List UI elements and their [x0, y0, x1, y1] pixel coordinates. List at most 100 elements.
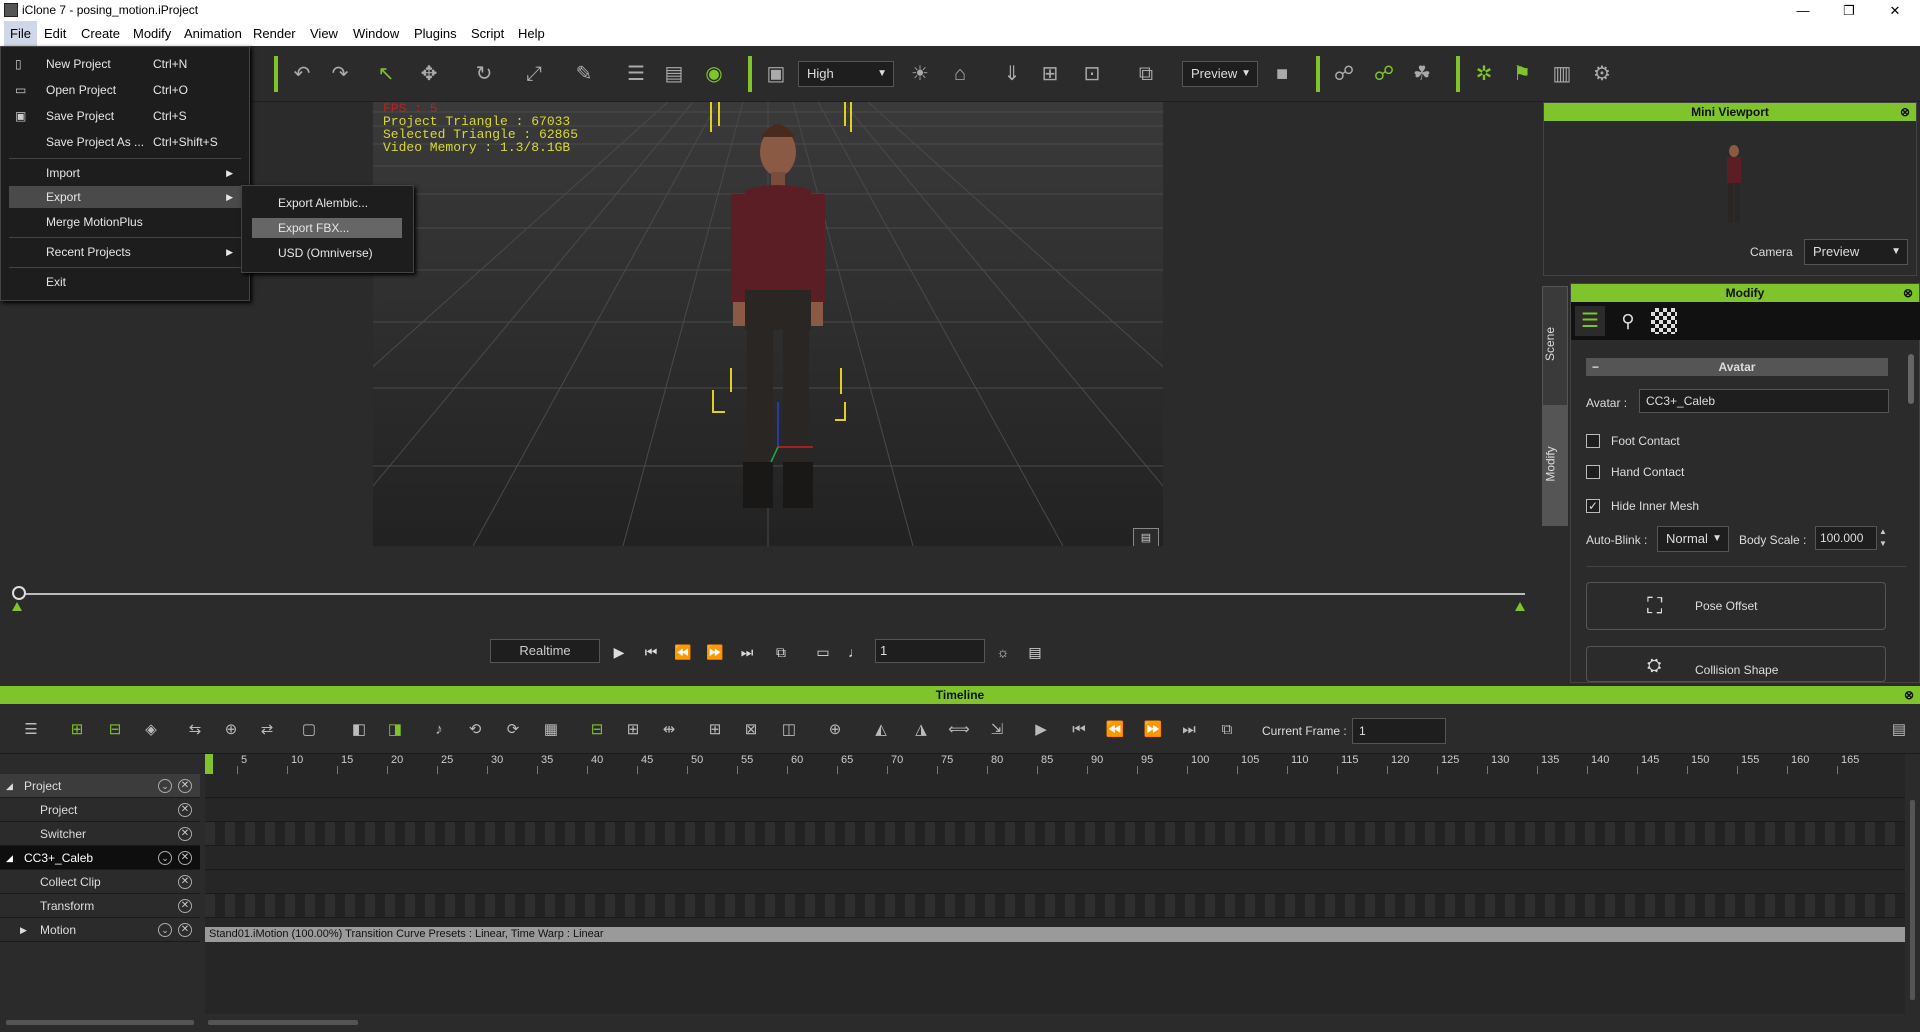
timeline-settings-icon[interactable]: ▤	[1886, 718, 1912, 742]
quality-dropdown[interactable]: High ▼	[798, 61, 894, 87]
track-close-icon[interactable]: ✕	[178, 827, 192, 841]
flag-icon[interactable]: ⚑	[1508, 60, 1536, 88]
menu-item-import[interactable]: Import ▶	[9, 162, 241, 184]
track-options-icon[interactable]: ⌄	[158, 779, 172, 793]
swap-icon[interactable]: ⇆	[182, 718, 208, 742]
light-icon[interactable]: ☀	[906, 60, 934, 88]
timeline-forward-icon[interactable]: ⏩	[1140, 718, 1166, 742]
clip-icon[interactable]: ▢	[296, 718, 322, 742]
menu-window[interactable]: Window	[347, 21, 405, 46]
realtime-dropdown[interactable]: Realtime	[490, 639, 600, 663]
menu-item-open-project[interactable]: ▭ Open Project Ctrl+O	[9, 79, 241, 101]
undo-icon[interactable]: ↶	[288, 60, 316, 88]
collapse-icon[interactable]: −	[1592, 358, 1599, 376]
menu-create[interactable]: Create	[75, 21, 126, 46]
loop-clip-icon[interactable]: ⟲	[462, 718, 488, 742]
time-slider-track[interactable]	[18, 593, 1525, 595]
body-scale-spinner[interactable]: ▲ ▼	[1877, 526, 1889, 550]
camera-preview-dropdown[interactable]: Preview ▼	[1182, 61, 1258, 87]
step-forward-icon[interactable]: ⏩	[702, 640, 728, 664]
frame-selected-icon[interactable]: ⧉	[1132, 60, 1160, 88]
minimize-button[interactable]: —	[1780, 0, 1826, 21]
track-close-icon[interactable]: ✕	[178, 923, 192, 937]
collision-shape-button[interactable]: ⛭ Collision Shape	[1586, 646, 1886, 682]
layout-icon[interactable]: ▣	[762, 60, 790, 88]
reach-target-icon[interactable]: ✲	[1470, 60, 1498, 88]
shift-icon[interactable]: ⇄	[254, 718, 280, 742]
expand-range-icon[interactable]: ⊞	[620, 718, 646, 742]
track-list-item[interactable]: Switcher ✕	[0, 822, 200, 846]
checker-material-icon[interactable]	[1651, 308, 1677, 334]
menu-modify[interactable]: Modify	[127, 21, 177, 46]
collapse-arrow-icon[interactable]: ◢	[6, 774, 13, 798]
track-list-scrollbar[interactable]	[6, 1020, 194, 1025]
menu-script[interactable]: Script	[465, 21, 510, 46]
track-list-icon[interactable]: ☰	[18, 718, 44, 742]
track-list-item[interactable]: ▶ Motion ✕ ⌄	[0, 918, 200, 942]
speed-icon[interactable]: ◨	[382, 718, 408, 742]
play-icon[interactable]: ▶	[606, 640, 632, 664]
timeline-end-icon[interactable]: ⏭	[1176, 718, 1202, 742]
menu-animation[interactable]: Animation	[178, 21, 248, 46]
close-icon[interactable]: ⊗	[1903, 284, 1913, 302]
tab-scene[interactable]: Scene	[1542, 286, 1568, 406]
character-rig-icon[interactable]: ☍	[1330, 60, 1358, 88]
avatar-name-field[interactable]: CC3+_Caleb	[1639, 389, 1889, 413]
mini-camera-dropdown[interactable]: Preview ▼	[1804, 239, 1908, 265]
previous-key-icon[interactable]: ⏮	[638, 640, 664, 664]
hand-contact-checkbox[interactable]	[1586, 465, 1600, 479]
align-center-icon[interactable]: ◮	[908, 718, 934, 742]
menu-view[interactable]: View	[304, 21, 344, 46]
align-icon[interactable]: ☰	[622, 60, 650, 88]
track-options-icon[interactable]: ⌄	[158, 923, 172, 937]
menu-item-recent-projects[interactable]: Recent Projects ▶	[9, 241, 241, 263]
track-area[interactable]: Stand01.iMotion (100.00%) Transition Cur…	[205, 774, 1905, 1014]
timeline-start-icon[interactable]: ⏮	[1066, 718, 1092, 742]
menu-item-save-project-as[interactable]: Save Project As ... Ctrl+Shift+S	[9, 131, 241, 153]
track-close-icon[interactable]: ✕	[178, 875, 192, 889]
close-icon[interactable]: ⊗	[1900, 103, 1910, 121]
menu-item-export-fbx[interactable]: Export FBX...	[252, 218, 402, 238]
move-icon[interactable]: ✥	[415, 60, 443, 88]
fit-range-icon[interactable]: ⊟	[584, 718, 610, 742]
hide-inner-mesh-checkbox[interactable]: ✓	[1586, 499, 1600, 513]
menu-help[interactable]: Help	[512, 21, 551, 46]
timeline-v-scrollbar[interactable]	[1910, 800, 1915, 1000]
timeline-back-icon[interactable]: ⏪	[1102, 718, 1128, 742]
settings-sun-icon[interactable]: ☼	[990, 640, 1016, 664]
menu-item-export[interactable]: Export ▶	[9, 186, 241, 208]
menu-item-merge-motionplus[interactable]: Merge MotionPlus	[9, 211, 241, 233]
close-button[interactable]: ✕	[1872, 0, 1918, 21]
foot-contact-checkbox[interactable]	[1586, 434, 1600, 448]
body-scale-input[interactable]: 100.000	[1815, 526, 1877, 550]
time-slider-knob[interactable]	[12, 586, 26, 600]
viewport-info-icon[interactable]: ▤	[1133, 528, 1159, 546]
pick-parent-icon[interactable]: ✎	[570, 60, 598, 88]
remove-track-icon[interactable]: ⊠	[738, 718, 764, 742]
menu-edit[interactable]: Edit	[38, 21, 72, 46]
tab-modify[interactable]: Modify	[1542, 406, 1568, 526]
menu-item-new-project[interactable]: ▯ New Project Ctrl+N	[9, 53, 241, 75]
menu-item-export-alembic[interactable]: Export Alembic...	[252, 193, 402, 213]
modify-scrollbar[interactable]	[1908, 354, 1914, 404]
sliders-icon[interactable]: ☰	[1575, 306, 1605, 336]
align-left-icon[interactable]: ◭	[868, 718, 894, 742]
track-list-item[interactable]: ◢ Project ✕ ⌄	[0, 774, 200, 798]
list-icon[interactable]: ▤	[1022, 640, 1048, 664]
menu-plugins[interactable]: Plugins	[408, 21, 463, 46]
rotate-icon[interactable]: ↻	[470, 60, 498, 88]
expand-arrow-icon[interactable]: ▶	[20, 918, 27, 942]
timeline-ruler[interactable]: 5 10 15 20 25 30 35 40 45 50 55 60 65 70 75 80 85 90 95 100…	[205, 754, 1905, 774]
home-camera-icon[interactable]: ⌂	[946, 60, 974, 88]
subtitle-icon[interactable]: ▭	[810, 640, 836, 664]
close-icon[interactable]: ⊗	[1904, 686, 1914, 704]
track-options-icon[interactable]: ⌄	[158, 851, 172, 865]
track-close-icon[interactable]: ✕	[178, 899, 192, 913]
current-frame-input[interactable]: 1	[1352, 718, 1446, 744]
transition-icon[interactable]: ⊟	[102, 718, 128, 742]
next-key-icon[interactable]: ⏭	[734, 640, 760, 664]
timeline-play-icon[interactable]: ▶	[1028, 718, 1054, 742]
snap-icon[interactable]: ⊡	[1078, 60, 1106, 88]
eye-filter-icon[interactable]: ◈	[138, 718, 164, 742]
split-icon[interactable]: ◫	[776, 718, 802, 742]
